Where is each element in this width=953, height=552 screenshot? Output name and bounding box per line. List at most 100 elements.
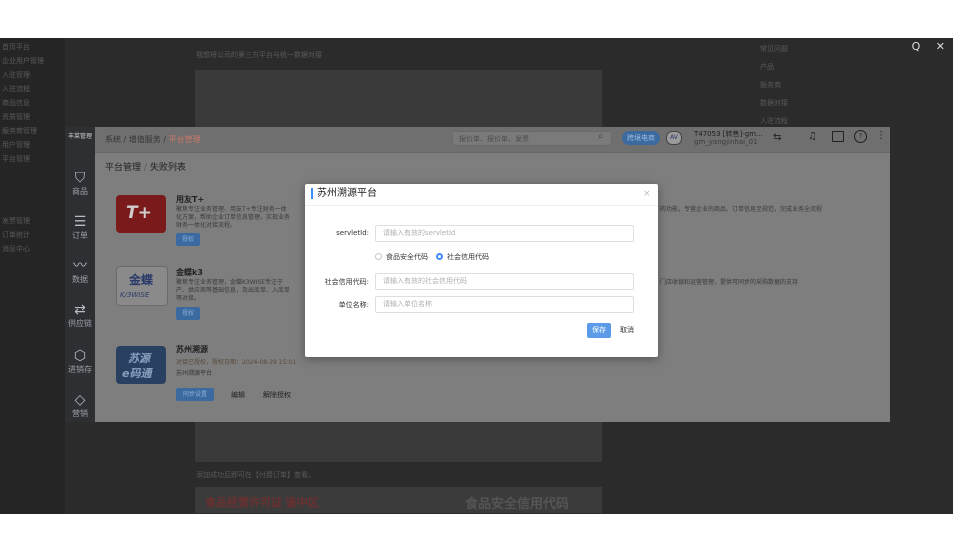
feature-pill[interactable]: 跨境电商: [622, 131, 660, 145]
unit-name-label: 单位名称:: [338, 301, 369, 309]
breadcrumb-sep: /: [123, 135, 127, 144]
search-icon[interactable]: ⌕: [598, 131, 604, 142]
nav-item-inventory[interactable]: ⬡ 进销存: [65, 348, 95, 375]
social-credit-label: 社会信用代码:: [324, 278, 369, 286]
message-icon[interactable]: [832, 131, 844, 142]
bg-line: 入驻管理: [2, 71, 30, 79]
servletid-label: servletId:: [336, 229, 369, 237]
nav-item-goods[interactable]: ⛉ 商品: [65, 170, 95, 197]
nav-item-marketing[interactable]: ◇ 营销: [65, 392, 95, 419]
bg-line: 数据对接: [760, 99, 788, 107]
bg-line: 入驻流程: [760, 117, 788, 125]
bg-line: 企业用户管理: [2, 57, 44, 65]
nav-item-supply[interactable]: ⇄ 供应链: [65, 302, 95, 329]
logo-sub: K/3WISE: [120, 291, 150, 299]
radio-food-safety-label[interactable]: 食品安全代码: [386, 252, 428, 262]
app-logo[interactable]: 丰菜管理: [65, 131, 95, 140]
bg-line: 入驻流程: [2, 85, 30, 93]
close-icon[interactable]: ×: [643, 189, 651, 199]
search-icon[interactable]: Q: [912, 40, 921, 53]
breadcrumb-item[interactable]: 增值服务: [129, 135, 161, 144]
user-sub: gm_yangjinhai_01: [694, 138, 758, 146]
servletid-input[interactable]: 请输入有效的servletId: [375, 225, 634, 242]
radio-social-credit-label[interactable]: 社会信用代码: [447, 252, 489, 262]
yonyou-logo: T+: [116, 195, 166, 233]
search-input[interactable]: 报价单、报价单、发票: [452, 131, 612, 146]
nav-label: 进销存: [68, 365, 92, 374]
bg-line: 用户管理: [2, 141, 30, 149]
bg-line: 发票管理: [2, 217, 30, 225]
right-desc: 门店收银和运营管理，提供可同步的采购数据的支持: [660, 279, 799, 286]
tag-icon: ◇: [74, 392, 86, 408]
item-title: 苏州溯源: [176, 345, 208, 354]
bg-line: 服务商: [760, 81, 781, 89]
tab-platform[interactable]: 平台管理: [105, 163, 141, 173]
tab-sep: /: [143, 163, 147, 173]
supply-icon: ⇄: [74, 302, 86, 318]
unit-name-input[interactable]: 请输入单位名称: [375, 296, 634, 313]
order-icon: ☰: [73, 214, 87, 230]
bg-right-lines: 常见问题 产品 服务商 数据对接 入驻流程: [760, 44, 840, 126]
social-credit-input[interactable]: 请输入有效的社会信用代码: [375, 273, 634, 290]
breadcrumb-current: 平台管理: [168, 135, 201, 144]
avatar[interactable]: AV: [666, 131, 682, 145]
bg-line: 消息中心: [2, 245, 30, 253]
bg-panel: [195, 70, 602, 127]
bg-bottom-note: 添加成功后即可在【付费订单】查看。: [196, 471, 315, 479]
bg-line: 服务商管理: [2, 127, 37, 135]
right-desc: 的功能，专营企业的商品、订单信息至规范，完成业务全流程: [660, 206, 823, 213]
bg-line: 常见问题: [760, 45, 788, 53]
breadcrumb-item[interactable]: 系统: [105, 135, 121, 144]
bg-line: 平台管理: [2, 155, 30, 163]
revoke-auth-button[interactable]: 解除授权: [263, 390, 291, 400]
save-button[interactable]: 保存: [587, 323, 611, 338]
nav-item-data[interactable]: 〰数据: [65, 258, 95, 285]
help-icon[interactable]: ?: [854, 130, 867, 143]
cancel-button[interactable]: 取消: [615, 323, 639, 338]
page-tabs: 平台管理 / 失败列表: [105, 160, 186, 173]
nav-label: 订单: [72, 231, 88, 240]
user-info[interactable]: T47053 [转售]-gm... gm_yangjinhai_01: [694, 130, 763, 146]
close-icon[interactable]: ✕: [936, 40, 945, 53]
logo-sub: e码通: [122, 367, 152, 380]
breadcrumb-sep: /: [163, 135, 167, 144]
item-title: 金蝶k3: [176, 268, 203, 277]
radio-food-safety[interactable]: [375, 253, 382, 260]
breadcrumb: 系统 / 增值服务 / 平台管理: [105, 134, 201, 145]
item-desc: 聚焦专注业务管理，金蝶K3WISE专注于产、供应商等基础信息，及出库单、入库单等…: [176, 279, 291, 302]
bg-line: 产品: [760, 63, 774, 71]
radio-social-credit[interactable]: [436, 253, 443, 260]
bell-icon[interactable]: ♫: [808, 131, 817, 142]
user-name: T47053 [转售]-gm...: [694, 130, 763, 138]
bg-panel-bottom: [195, 422, 602, 462]
sync-settings-button[interactable]: 同步设置: [176, 388, 214, 401]
bg-banner-right: 食品安全信用代码: [465, 497, 570, 512]
bg-line: 商品信息: [2, 99, 30, 107]
bg-intro-text: 我想将公司的第三方平台与统一数据对接: [196, 51, 322, 59]
swap-icon[interactable]: ⇆: [773, 132, 781, 143]
bg-banner: 食品经营许可证 鉴中区 食品安全信用代码: [195, 487, 602, 513]
nav-label: 营销: [72, 409, 88, 418]
top-tools: Q ✕: [912, 40, 945, 53]
dialog-divider: [305, 205, 658, 206]
nav-label: 数据: [72, 275, 88, 284]
tab-failed[interactable]: 失败列表: [150, 163, 186, 173]
suzhou-logo: 苏源 e码通: [116, 346, 166, 384]
nav-item-orders[interactable]: ☰ 订单: [65, 214, 95, 241]
authorize-button[interactable]: 授权: [176, 307, 200, 320]
edit-button[interactable]: 编辑: [231, 390, 245, 400]
bg-line: 订单统计: [2, 231, 30, 239]
background-sidebar-lines: 首页平台 企业用户管理 入驻管理 入驻流程 商品信息 资质管理 服务商管理 用户…: [2, 42, 62, 254]
bg-line: 首页平台: [2, 43, 30, 51]
chart-icon: 〰: [73, 258, 87, 274]
inventory-icon: ⬡: [73, 348, 87, 364]
nav-label: 供应链: [68, 319, 92, 328]
item-status: 对接已授权，授权日期：2024-08-29 15:01: [176, 359, 297, 366]
bg-banner-left: 食品经营许可证 鉴中区: [205, 496, 319, 509]
item-desc: 聚焦专注业务管理、用友T+专注财务一体化方案，帮助企业订单信息管理，实现业务财务…: [176, 206, 291, 229]
more-icon[interactable]: ⋮: [876, 130, 886, 141]
bag-icon: ⛉: [74, 170, 86, 186]
authorize-button[interactable]: 授权: [176, 233, 200, 246]
bg-line: 资质管理: [2, 113, 30, 121]
logo-text: 苏源: [128, 352, 150, 365]
